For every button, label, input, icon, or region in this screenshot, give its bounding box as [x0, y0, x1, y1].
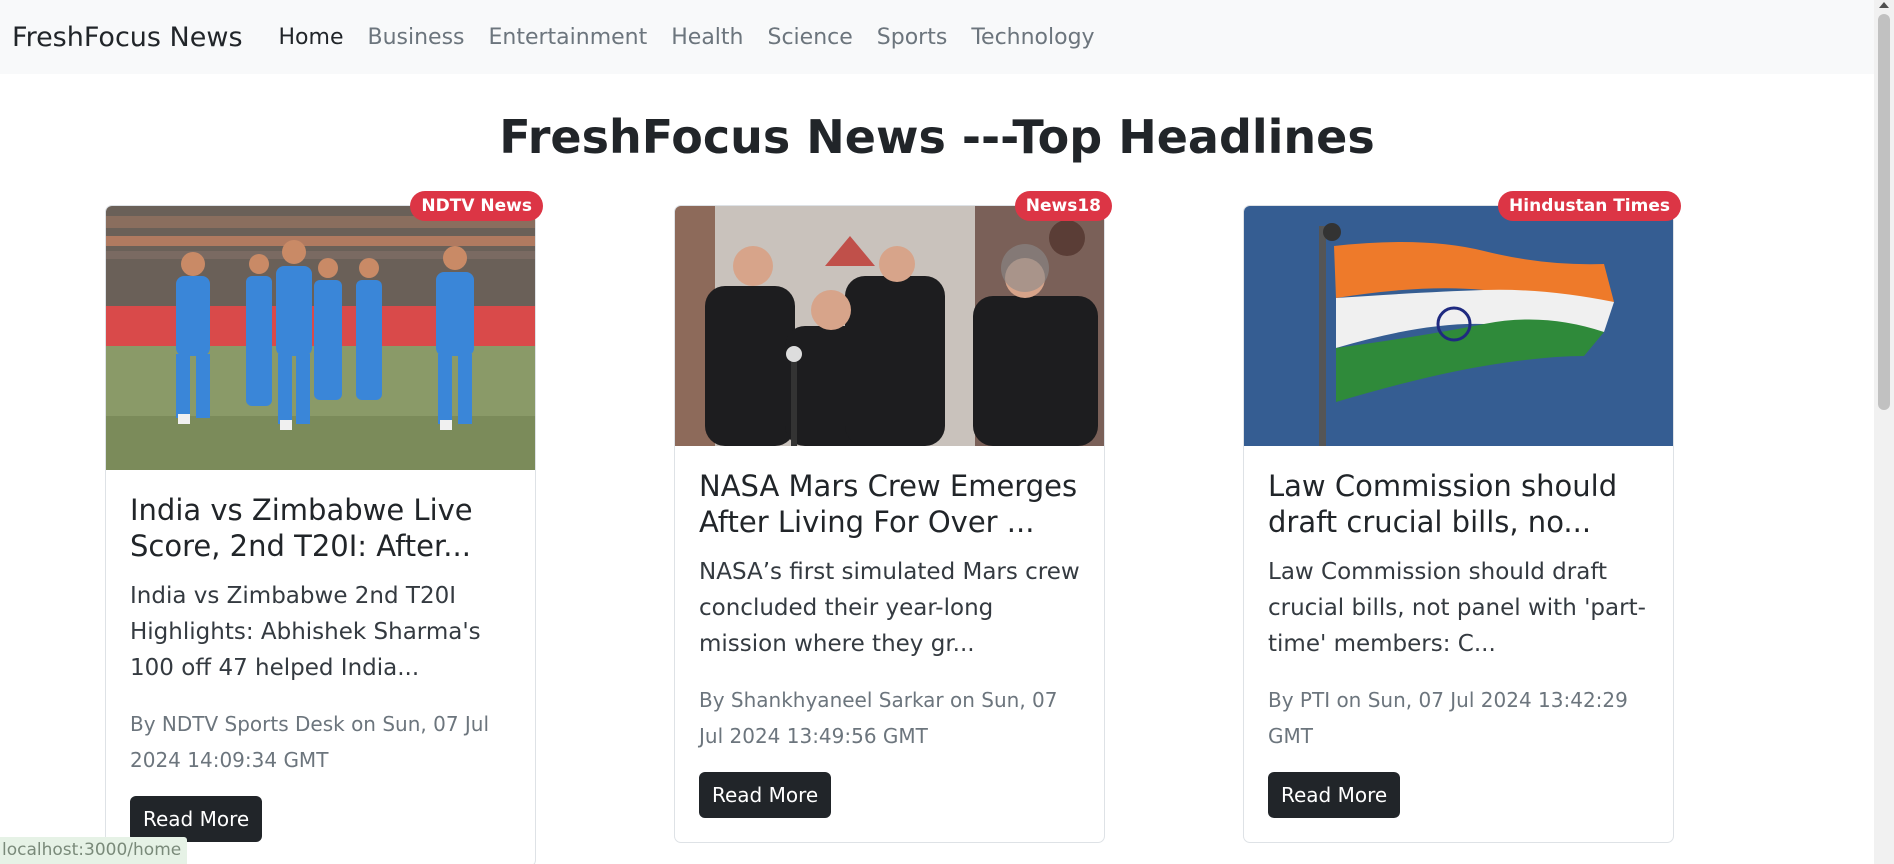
brand-logo[interactable]: FreshFocus News [12, 22, 243, 53]
news-card: News18 NASA Mars Crew Emerges After Livi… [674, 191, 1112, 843]
scrollbar-thumb[interactable] [1878, 14, 1890, 410]
nav-link-business[interactable]: Business [367, 25, 464, 50]
source-badge: News18 [1014, 191, 1112, 221]
nav-link-sports[interactable]: Sports [877, 25, 948, 50]
read-more-button[interactable]: Read More [699, 772, 832, 818]
nav-link-home[interactable]: Home [279, 25, 344, 50]
nav-link-entertainment[interactable]: Entertainment [489, 25, 648, 50]
card-title: India vs Zimbabwe Live Score, 2nd T20I: … [130, 493, 473, 563]
page-title: FreshFocus News ---Top Headlines [499, 110, 1375, 164]
article-image [1244, 206, 1673, 446]
card-description: Law Commission should draft crucial bill… [1268, 559, 1646, 657]
browser-status-url: localhost:3000/home [0, 837, 188, 864]
source-badge: NDTV News [410, 191, 543, 221]
source-badge: Hindustan Times [1498, 191, 1681, 221]
card-author-date: By NDTV Sports Desk on Sun, 07 Jul 2024 … [130, 712, 490, 772]
vertical-scrollbar[interactable] [1874, 0, 1894, 864]
news-card: NDTV News India vs Zimbabwe Live Score, … [105, 191, 543, 864]
read-more-button[interactable]: Read More [1268, 772, 1401, 818]
card-author-date: By Shankhyaneel Sarkar on Sun, 07 Jul 20… [699, 688, 1058, 748]
nav-link-science[interactable]: Science [768, 25, 853, 50]
card-description: India vs Zimbabwe 2nd T20I Highlights: A… [130, 583, 481, 681]
card-title: Law Commission should draft crucial bill… [1268, 469, 1618, 539]
card-description: NASA’s first simulated Mars crew conclud… [699, 559, 1080, 657]
article-image [675, 206, 1104, 446]
news-card: Hindustan Times Law Commission should dr… [1243, 191, 1681, 843]
read-more-button[interactable]: Read More [130, 796, 263, 842]
card-title: NASA Mars Crew Emerges After Living For … [699, 469, 1078, 539]
nav-link-technology[interactable]: Technology [971, 25, 1094, 50]
card-author-date: By PTI on Sun, 07 Jul 2024 13:42:29 GMT [1268, 688, 1628, 748]
nav-link-health[interactable]: Health [671, 25, 743, 50]
scroll-up-arrow-icon[interactable] [1879, 2, 1889, 8]
top-navbar: FreshFocus News Home Business Entertainm… [0, 0, 1874, 74]
article-image [106, 206, 535, 470]
